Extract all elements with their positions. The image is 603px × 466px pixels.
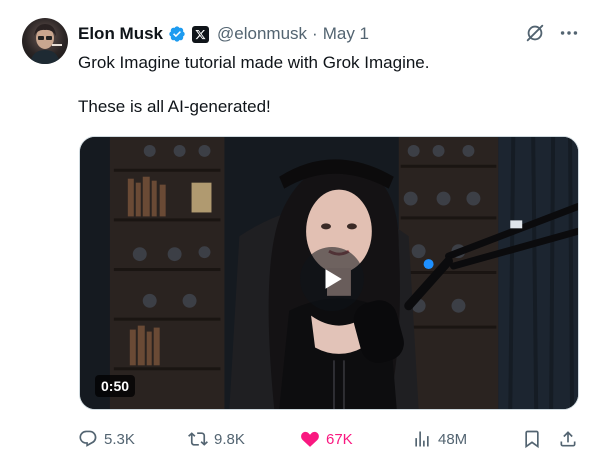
x-logo-icon bbox=[192, 25, 210, 43]
video-duration: 0:50 bbox=[95, 375, 136, 397]
like-button[interactable]: 67K bbox=[300, 426, 353, 452]
tweet[interactable]: Elon Musk @elonmusk · May 1 Grok Imagine… bbox=[0, 0, 603, 466]
author-name[interactable]: Elon Musk bbox=[78, 24, 163, 44]
avatar[interactable] bbox=[22, 18, 68, 64]
tweet-text: Grok Imagine tutorial made with Grok Ima… bbox=[78, 52, 578, 118]
repost-count: 9.8K bbox=[214, 430, 245, 448]
play-button[interactable] bbox=[300, 247, 364, 311]
author-handle[interactable]: @elonmusk bbox=[217, 24, 307, 44]
reply-button[interactable]: 5.3K bbox=[78, 426, 135, 452]
views-count: 48M bbox=[438, 430, 468, 448]
tweet-date[interactable]: May 1 bbox=[323, 24, 369, 44]
views-button[interactable]: 48M bbox=[412, 426, 467, 452]
grok-icon[interactable] bbox=[524, 22, 546, 44]
repost-button[interactable]: 9.8K bbox=[188, 426, 245, 452]
tweet-text-line: Grok Imagine tutorial made with Grok Ima… bbox=[78, 53, 430, 72]
share-icon bbox=[560, 431, 576, 447]
like-icon bbox=[301, 431, 319, 447]
tweet-text-line: These is all AI-generated! bbox=[78, 97, 271, 116]
tweet-actions: 5.3K 9.8K 67K 48M bbox=[78, 426, 582, 452]
separator: · bbox=[312, 24, 318, 43]
bookmark-icon bbox=[525, 430, 539, 449]
more-icon[interactable] bbox=[558, 22, 580, 44]
views-icon bbox=[415, 431, 429, 447]
reply-icon bbox=[79, 430, 97, 447]
repost-icon bbox=[188, 432, 208, 446]
reply-count: 5.3K bbox=[104, 430, 135, 448]
like-count: 67K bbox=[326, 430, 353, 448]
bookmark-button[interactable] bbox=[522, 426, 548, 452]
share-button[interactable] bbox=[558, 426, 584, 452]
video-player[interactable]: 0:50 bbox=[79, 136, 579, 410]
verified-badge-icon bbox=[168, 25, 186, 43]
play-icon bbox=[325, 269, 342, 289]
tweet-header: Elon Musk @elonmusk · May 1 bbox=[78, 22, 369, 46]
